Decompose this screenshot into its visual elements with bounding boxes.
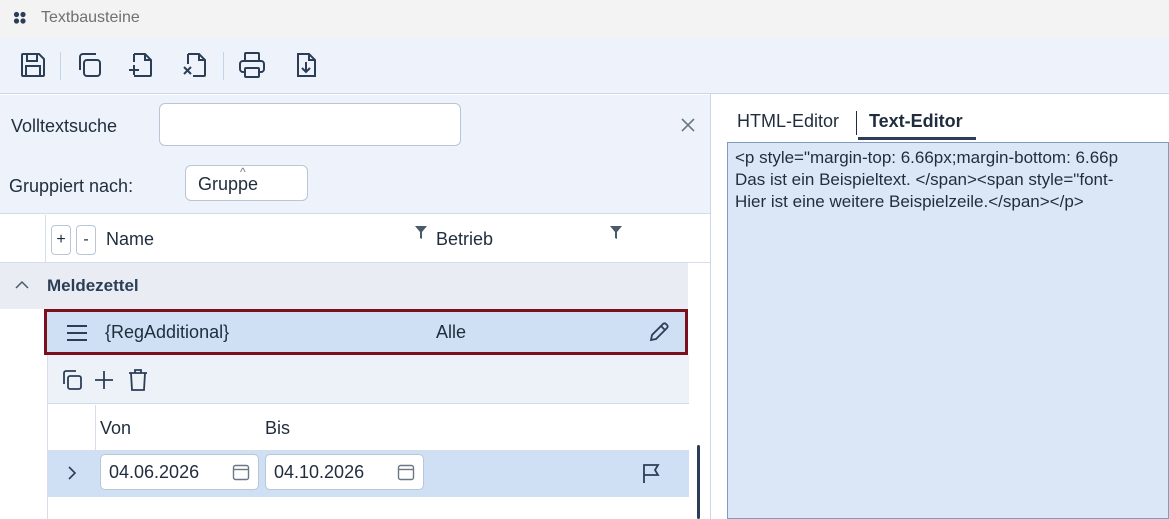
editor-line: Hier ist eine weitere Beispielzeile.</sp…: [735, 192, 1084, 211]
row-betrieb-cell: Alle: [436, 322, 467, 342]
document-download-icon: [297, 53, 316, 77]
column-divider: [45, 215, 46, 263]
new-document-button[interactable]: [123, 47, 159, 83]
document-add-icon: [129, 53, 152, 77]
bis-date-value: 04.10.2026: [274, 462, 365, 482]
document-delete-icon: [183, 53, 206, 77]
detail-toolbar: [48, 355, 689, 404]
group-by-value: Gruppe: [198, 174, 259, 194]
copy-icon: [63, 370, 82, 390]
detail-panel: Von Bis 04.06.2026 04.10.2026: [47, 355, 689, 519]
chevron-up-icon[interactable]: [14, 277, 30, 293]
calendar-icon[interactable]: [232, 463, 250, 481]
group-by-select[interactable]: ^ Gruppe: [185, 165, 308, 201]
bis-date-field[interactable]: 04.10.2026: [265, 454, 424, 490]
filter-icon[interactable]: [609, 225, 623, 241]
title-bar: Textbausteine: [0, 0, 1169, 38]
plus-icon: [95, 371, 113, 389]
add-period-button[interactable]: [91, 367, 117, 393]
tab-html-editor[interactable]: HTML-Editor: [737, 111, 839, 132]
column-header-betrieb[interactable]: Betrieb: [436, 229, 493, 250]
copy-period-button[interactable]: [59, 367, 85, 393]
period-grid-header: Von Bis: [48, 405, 689, 451]
von-date-field[interactable]: 04.06.2026: [100, 454, 259, 490]
text-editor-area[interactable]: <p style="margin-top: 6.66px;margin-bott…: [727, 142, 1169, 519]
save-button[interactable]: [15, 47, 51, 83]
column-header-von[interactable]: Von: [100, 418, 131, 439]
column-divider: [95, 405, 96, 451]
editor-line: <p style="margin-top: 6.66px;margin-bott…: [735, 148, 1119, 167]
column-header-name[interactable]: Name: [106, 229, 154, 250]
window-title: Textbausteine: [41, 9, 140, 26]
filter-icon[interactable]: [414, 225, 428, 241]
export-button[interactable]: [288, 47, 324, 83]
editor-line: Das ist ein Beispieltext. </span><span s…: [735, 170, 1114, 189]
editor-panel: HTML-Editor Text-Editor <p style="margin…: [711, 95, 1169, 519]
group-row[interactable]: Meldezettel: [0, 263, 688, 309]
pencil-edit-icon[interactable]: [647, 320, 671, 344]
copy-icon: [79, 53, 101, 77]
table-row-selected[interactable]: {RegAdditional} Alle: [44, 309, 688, 355]
hamburger-menu-icon[interactable]: [66, 324, 88, 342]
expand-all-button[interactable]: +: [51, 225, 71, 255]
column-header-bis[interactable]: Bis: [265, 418, 290, 439]
main-toolbar: [0, 38, 1169, 94]
collapse-all-button[interactable]: -: [76, 225, 96, 255]
fulltext-search-input[interactable]: [159, 103, 461, 146]
chevron-right-icon[interactable]: [64, 465, 80, 481]
delete-document-button[interactable]: [177, 47, 213, 83]
active-tab-indicator: [858, 137, 976, 140]
calendar-icon[interactable]: [397, 463, 415, 481]
tab-text-editor[interactable]: Text-Editor: [869, 111, 963, 132]
group-name: Meldezettel: [47, 276, 139, 295]
filter-area: Volltextsuche Gruppiert nach: ^ Gruppe: [0, 95, 710, 214]
delete-period-button[interactable]: [125, 367, 151, 393]
period-row[interactable]: 04.06.2026 04.10.2026: [48, 451, 689, 497]
row-name-cell: {RegAdditional}: [105, 322, 230, 342]
toolbar-separator: [223, 52, 224, 80]
clear-search-icon[interactable]: [678, 115, 698, 135]
printer-icon: [239, 52, 265, 78]
fulltext-search-label: Volltextsuche: [11, 116, 118, 136]
group-by-label: Gruppiert nach:: [9, 176, 134, 196]
toolbar-separator: [60, 52, 61, 80]
print-button[interactable]: [234, 47, 270, 83]
left-panel: Volltextsuche Gruppiert nach: ^ Gruppe +…: [0, 95, 710, 519]
copy-button[interactable]: [71, 47, 107, 83]
save-icon: [21, 53, 45, 77]
trash-icon: [129, 369, 147, 391]
flag-icon[interactable]: [640, 462, 662, 484]
tab-separator: [856, 111, 857, 135]
app-logo-icon: [13, 11, 26, 24]
von-date-value: 04.06.2026: [109, 462, 200, 482]
grid-header: + - Name Betrieb: [0, 215, 710, 263]
vertical-scrollbar[interactable]: [697, 445, 700, 519]
